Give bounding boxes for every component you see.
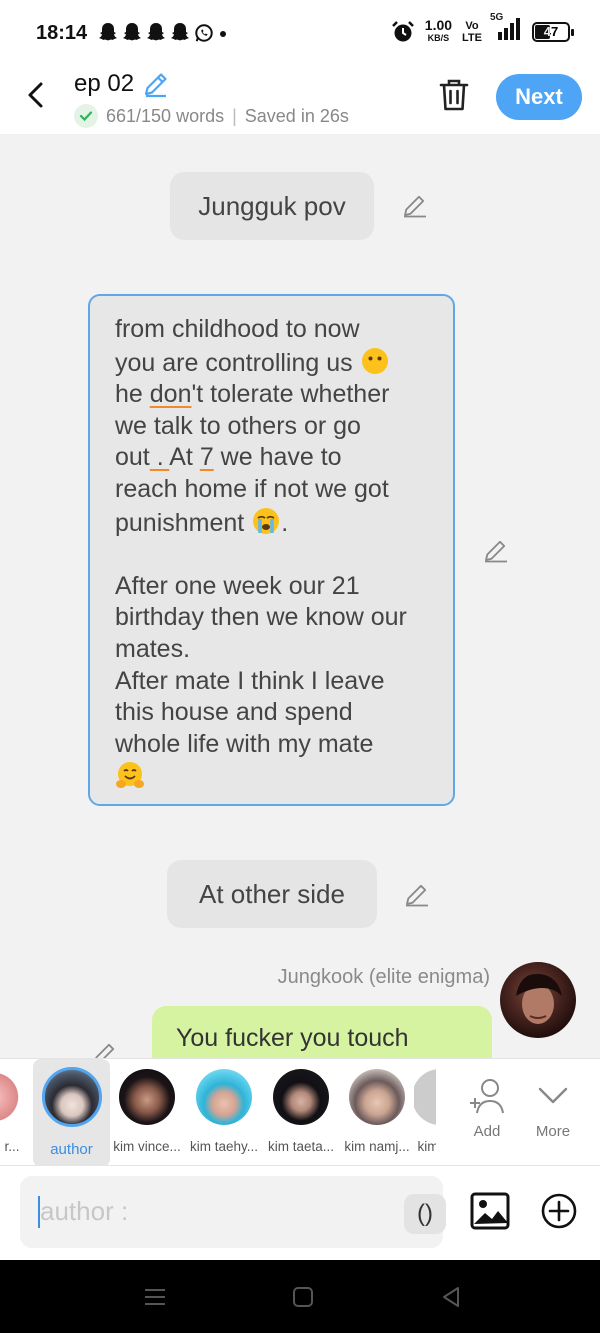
saved-check-icon	[74, 104, 98, 128]
character-name: kim namj...	[344, 1139, 410, 1154]
character-avatar	[273, 1069, 329, 1125]
edit-title-icon[interactable]	[142, 70, 170, 98]
add-character-button[interactable]: Add	[454, 1059, 520, 1167]
image-icon[interactable]	[470, 1192, 510, 1230]
signal-indicator: 5G	[490, 12, 522, 45]
status-right: 1.00 KB/S Vo LTE 5G 47	[391, 12, 574, 45]
character-item[interactable]: kim vince...	[108, 1059, 186, 1167]
chevron-down-icon	[538, 1087, 568, 1104]
more-button[interactable]: More	[520, 1059, 586, 1167]
alarm-icon	[391, 20, 414, 41]
status-bar: 18:14 1.00 KB/S Vo LTE 5G 47	[0, 0, 600, 66]
character-item[interactable]: kim namj...	[338, 1059, 416, 1167]
more-label: More	[535, 1123, 571, 1140]
character-name: kim taehy...	[189, 1139, 259, 1154]
speaker-avatar[interactable]	[500, 962, 576, 1038]
meta-separator: |	[232, 105, 237, 126]
message-line: birthday then we know our	[115, 603, 407, 632]
snapchat-icon	[99, 23, 117, 41]
dot-icon	[220, 31, 226, 37]
input-placeholder: author :	[40, 1196, 129, 1226]
character-avatar	[41, 1067, 102, 1127]
message-line: from childhood to now	[115, 315, 360, 343]
message-line: After mate I think I leave	[115, 666, 385, 695]
character-avatar	[414, 1069, 436, 1125]
speaker-name: Jungkook (elite enigma)	[277, 966, 490, 988]
back-icon[interactable]	[438, 1284, 464, 1310]
episode-title[interactable]: ep 02	[74, 70, 349, 98]
message-line: whole life with my mate	[115, 729, 374, 758]
hugging-face-emoji-icon	[116, 762, 144, 789]
message-line: you are controlling us	[115, 346, 431, 380]
menu-icon[interactable]	[142, 1284, 168, 1310]
character-item[interactable]: kim taeta...	[262, 1059, 340, 1167]
character-avatar	[196, 1069, 252, 1125]
message-line: we talk to others or go	[115, 411, 361, 440]
message-bubble[interactable]: from childhood to now you are controllin…	[88, 294, 455, 806]
trash-icon[interactable]	[438, 78, 470, 112]
message-line: punishment .	[115, 506, 431, 540]
title-area: ep 02 661/150 words | Saved in 26s	[74, 70, 349, 128]
message-line	[115, 760, 431, 794]
status-time: 18:14	[36, 22, 88, 44]
narration-bubble[interactable]: Jungguk pov	[170, 172, 374, 240]
message-line: mates.	[115, 634, 191, 663]
editor-header: ep 02 661/150 words | Saved in 26s Next	[0, 66, 600, 134]
add-icon[interactable]	[540, 1192, 578, 1230]
edit-pencil-icon[interactable]	[92, 1040, 118, 1058]
character-item-author[interactable]: author	[33, 1059, 110, 1167]
character-name: kim vince...	[113, 1139, 181, 1154]
character-avatar	[349, 1069, 405, 1125]
character-selector[interactable]: r... author kim vince... kim taehy... ki…	[0, 1058, 600, 1167]
snapchat-icon	[147, 23, 165, 41]
battery-icon: 47	[532, 21, 574, 42]
character-name: kim	[417, 1139, 437, 1154]
volte-indicator: Vo LTE	[462, 19, 482, 44]
edit-pencil-icon[interactable]	[402, 192, 428, 218]
message-line: After one week our 21	[115, 571, 360, 600]
message-line: reach home if not we got	[115, 474, 389, 503]
crying-face-emoji-icon	[253, 507, 280, 534]
message-input[interactable]: author : ()	[20, 1176, 446, 1248]
parenthesis-button[interactable]: ()	[404, 1194, 446, 1234]
save-meta: 661/150 words | Saved in 26s	[74, 104, 349, 128]
back-arrow-icon[interactable]	[22, 80, 52, 110]
character-item[interactable]: kim taehy...	[186, 1059, 262, 1167]
story-chat-area[interactable]: Jungguk pov from childhood to now you ar…	[0, 134, 600, 1058]
message-line: he don't tolerate whether	[115, 380, 390, 409]
compose-bar: author : ()	[0, 1166, 600, 1260]
character-name: author	[50, 1141, 93, 1158]
saved-status: Saved in 26s	[244, 105, 349, 126]
character-avatar	[119, 1069, 175, 1125]
snapchat-icon	[171, 23, 189, 41]
message-line: this house and spend	[115, 698, 353, 727]
character-item[interactable]: r...	[0, 1059, 26, 1167]
system-nav-bar	[0, 1260, 600, 1333]
add-label: Add	[473, 1123, 501, 1140]
next-button[interactable]: Next	[496, 74, 582, 120]
character-name: r...	[4, 1139, 20, 1154]
whatsapp-icon	[195, 24, 213, 42]
network-speed: 1.00 KB/S	[424, 16, 453, 43]
notification-icons	[98, 22, 228, 44]
neutral-face-emoji-icon	[361, 347, 388, 374]
add-user-icon	[470, 1079, 504, 1114]
narration-bubble[interactable]: At other side	[167, 860, 377, 928]
word-count: 661/150 words	[106, 105, 225, 126]
edit-pencil-icon[interactable]	[483, 537, 509, 563]
character-avatar	[0, 1069, 22, 1125]
home-icon[interactable]	[290, 1284, 316, 1310]
snapchat-icon	[123, 23, 141, 41]
character-item[interactable]: kim	[414, 1059, 436, 1167]
message-line: out . At 7 we have to	[115, 443, 342, 472]
edit-pencil-icon[interactable]	[404, 881, 430, 907]
speaker-message-bubble[interactable]: You fucker you touch	[152, 1006, 492, 1058]
character-name: kim taeta...	[267, 1139, 335, 1154]
